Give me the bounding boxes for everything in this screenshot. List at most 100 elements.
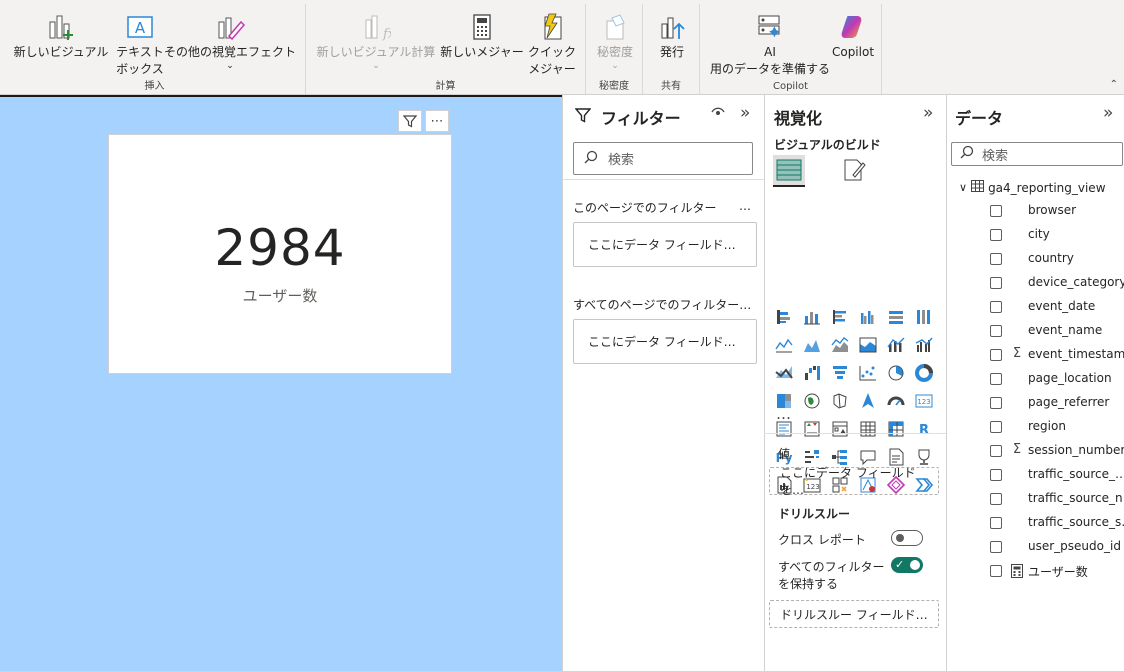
- new-measure-button[interactable]: 新しいメジャー: [436, 10, 528, 61]
- keep-filters-toggle[interactable]: ✓: [891, 557, 923, 573]
- field-checkbox[interactable]: [990, 297, 1002, 317]
- table-icon[interactable]: [854, 415, 882, 443]
- field-name[interactable]: page_referrer: [1028, 395, 1109, 409]
- line-chart-icon[interactable]: [770, 331, 798, 359]
- field-name[interactable]: event_timestamp: [1028, 347, 1124, 361]
- field-checkbox[interactable]: [990, 465, 1002, 485]
- map-icon[interactable]: [798, 387, 826, 415]
- field-checkbox[interactable]: [990, 321, 1002, 341]
- checkbox[interactable]: [990, 469, 1002, 481]
- matrix-icon[interactable]: [882, 415, 910, 443]
- gauge-icon[interactable]: [882, 387, 910, 415]
- field-checkbox[interactable]: [990, 441, 1002, 461]
- filled-map-icon[interactable]: [826, 387, 854, 415]
- checkbox[interactable]: [990, 277, 1002, 289]
- field-name[interactable]: page_location: [1028, 371, 1112, 385]
- checkbox[interactable]: [990, 325, 1002, 337]
- field-name[interactable]: user_pseudo_id: [1028, 539, 1121, 553]
- line-column-icon[interactable]: [882, 331, 910, 359]
- more-visuals-button[interactable]: その他の視覚エフェクト ⌄: [162, 10, 298, 71]
- ribbon-chart-icon[interactable]: [770, 359, 798, 387]
- checkbox[interactable]: [990, 541, 1002, 553]
- checkbox[interactable]: [990, 301, 1002, 313]
- stacked-area-icon[interactable]: [826, 331, 854, 359]
- donut-chart-icon[interactable]: [910, 359, 938, 387]
- field-name[interactable]: browser: [1028, 203, 1076, 217]
- field-checkbox[interactable]: [990, 561, 1002, 581]
- prepare-data-for-ai-button[interactable]: AI 用のデータを準備する: [706, 10, 834, 78]
- field-name[interactable]: device_category: [1028, 275, 1124, 289]
- values-dropzone[interactable]: ここにデータ フィールドを…: [769, 466, 939, 497]
- line-clustered-icon[interactable]: [910, 331, 938, 359]
- field-checkbox[interactable]: [990, 225, 1002, 245]
- area-chart-icon[interactable]: [798, 331, 826, 359]
- r-visual-icon[interactable]: R: [910, 415, 938, 443]
- waterfall-icon[interactable]: [798, 359, 826, 387]
- page-filters-more-icon[interactable]: …: [739, 199, 751, 213]
- funnel-icon[interactable]: [826, 359, 854, 387]
- text-box-button[interactable]: A テキスト ボックス: [110, 10, 170, 78]
- checkbox[interactable]: [990, 445, 1002, 457]
- field-name[interactable]: event_date: [1028, 299, 1095, 313]
- field-checkbox[interactable]: [990, 345, 1002, 365]
- field-name[interactable]: traffic_source_…: [1028, 467, 1124, 481]
- checkbox[interactable]: [990, 421, 1002, 433]
- page-filters-dropzone[interactable]: ここにデータ フィールド…: [573, 222, 757, 267]
- field-name[interactable]: country: [1028, 251, 1074, 265]
- format-visual-tab[interactable]: [841, 157, 867, 186]
- field-checkbox[interactable]: [990, 489, 1002, 509]
- sensitivity-button[interactable]: 秘密度 ⌄: [590, 10, 640, 71]
- more-options-icon[interactable]: ⋯: [425, 110, 449, 132]
- clustered-bar-icon[interactable]: [826, 303, 854, 331]
- checkbox[interactable]: [990, 229, 1002, 241]
- azure-map-icon[interactable]: [854, 387, 882, 415]
- checkbox[interactable]: [990, 397, 1002, 409]
- field-checkbox[interactable]: [990, 249, 1002, 269]
- 100-column-icon[interactable]: [910, 303, 938, 331]
- stacked-column-icon[interactable]: [798, 303, 826, 331]
- checkbox[interactable]: [990, 565, 1002, 577]
- checkbox[interactable]: [990, 517, 1002, 529]
- collapse-ribbon-icon[interactable]: ⌃: [1110, 79, 1118, 90]
- field-name[interactable]: traffic_source_s…: [1028, 515, 1124, 529]
- new-visual-calc-button[interactable]: fx 新しいビジュアル計算 ⌄: [314, 10, 438, 71]
- eye-icon[interactable]: [711, 105, 725, 123]
- field-name[interactable]: session_number: [1028, 443, 1124, 457]
- filter-icon[interactable]: [398, 110, 422, 132]
- drillthrough-dropzone[interactable]: ドリルスルー フィールド…: [769, 600, 939, 628]
- stacked-bar-icon[interactable]: [770, 303, 798, 331]
- collapse-filters-icon[interactable]: »: [740, 103, 750, 123]
- field-checkbox[interactable]: [990, 417, 1002, 437]
- clustered-column-icon[interactable]: [854, 303, 882, 331]
- field-checkbox[interactable]: [990, 537, 1002, 557]
- field-checkbox[interactable]: [990, 273, 1002, 293]
- field-checkbox[interactable]: [990, 393, 1002, 413]
- slicer-icon[interactable]: [826, 415, 854, 443]
- checkbox[interactable]: [990, 349, 1002, 361]
- field-name[interactable]: region: [1028, 419, 1066, 433]
- data-search-input[interactable]: 検索: [951, 142, 1123, 166]
- field-name[interactable]: traffic_source_n…: [1028, 491, 1124, 505]
- 100-bar-icon[interactable]: [882, 303, 910, 331]
- scatter-icon[interactable]: [854, 359, 882, 387]
- field-checkbox[interactable]: [990, 369, 1002, 389]
- copilot-button[interactable]: Copilot: [828, 10, 878, 61]
- more-visuals-icon[interactable]: …: [776, 405, 793, 423]
- checkbox[interactable]: [990, 493, 1002, 505]
- field-checkbox[interactable]: [990, 201, 1002, 221]
- card-visual[interactable]: 2984 ユーザー数: [108, 134, 452, 374]
- cross-report-toggle[interactable]: [891, 530, 923, 546]
- checkbox[interactable]: [990, 253, 1002, 265]
- collapse-data-icon[interactable]: »: [1103, 103, 1113, 123]
- field-name[interactable]: city: [1028, 227, 1050, 241]
- field-name[interactable]: ユーザー数: [1028, 563, 1088, 580]
- field-checkbox[interactable]: [990, 513, 1002, 533]
- card-icon[interactable]: 123: [910, 387, 938, 415]
- publish-button[interactable]: 発行: [647, 10, 697, 61]
- all-pages-filters-dropzone[interactable]: ここにデータ フィールド…: [573, 319, 757, 364]
- table-node[interactable]: ∨ ga4_reporting_view: [959, 180, 1106, 195]
- quick-measure-button[interactable]: クイック メジャー: [524, 10, 580, 78]
- new-visual-button[interactable]: 新しいビジュアル: [10, 10, 112, 61]
- pie-chart-icon[interactable]: [882, 359, 910, 387]
- ribbon-area-icon[interactable]: [854, 331, 882, 359]
